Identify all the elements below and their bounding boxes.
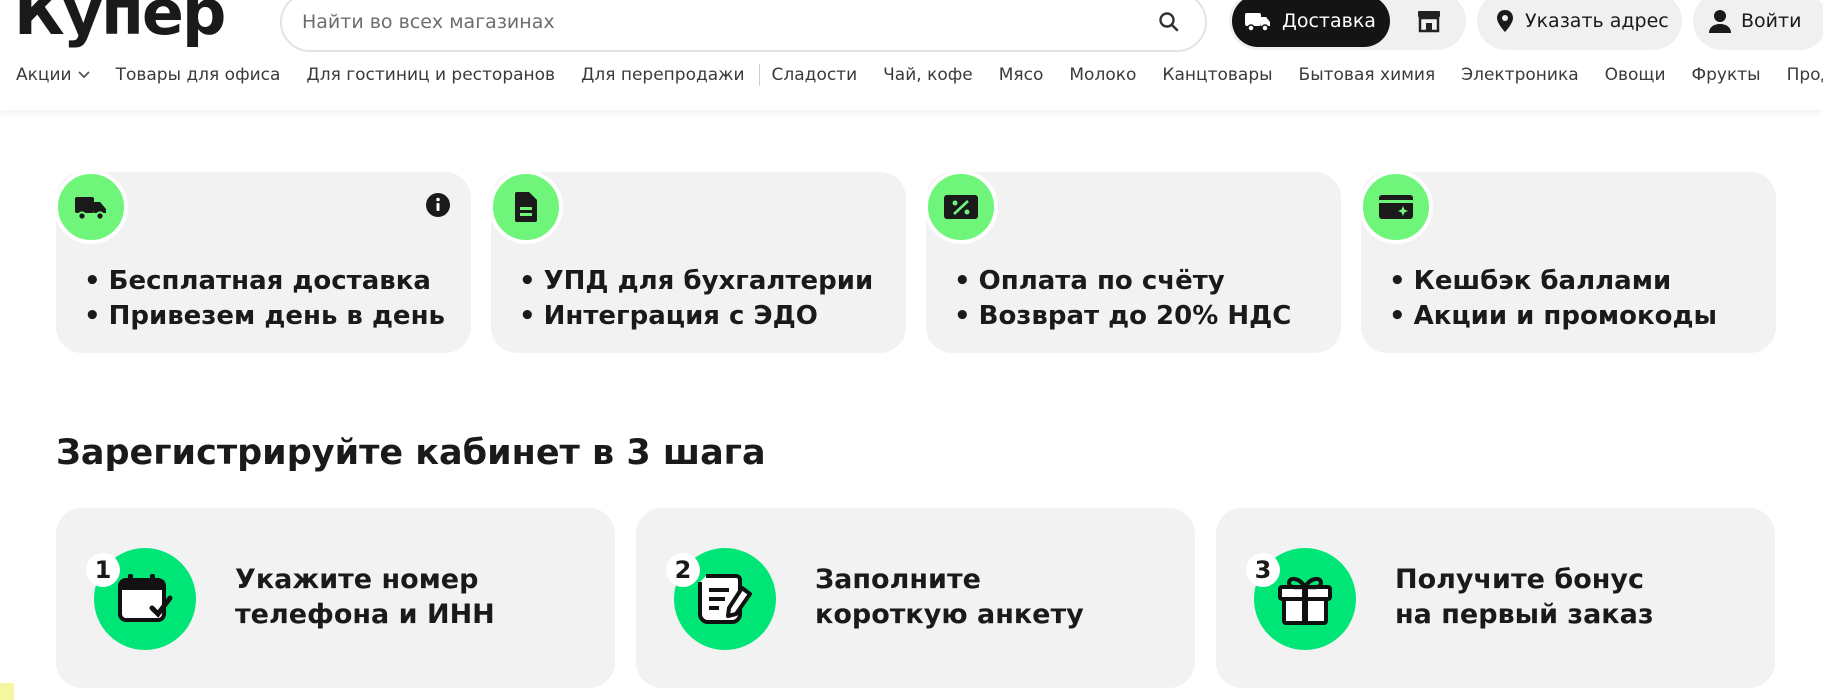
nav-item-stationery[interactable]: Канцтовары (1162, 65, 1272, 85)
step-card-1[interactable]: 1 Укажите номер телефона и ИНН (56, 508, 615, 688)
feature-card-documents: УПД для бухгалтерии Интеграция с ЭДО (489, 170, 906, 353)
delivery-label: Доставка (1282, 10, 1376, 32)
feature-line: Акции и промокоды (1389, 299, 1717, 334)
header: Купер Доставка (0, 0, 1823, 110)
features-row: Бесплатная доставка Привезем день в день… (54, 170, 1776, 353)
truck-icon (1245, 13, 1270, 32)
nav-item-office[interactable]: Товары для офиса (116, 65, 281, 85)
address-button[interactable]: Указать адрес (1477, 0, 1682, 50)
feature-list: Кешбэк баллами Акции и промокоды (1389, 264, 1717, 334)
nav-item-sweets[interactable]: Сладости (772, 65, 858, 85)
corner-marker (0, 683, 14, 700)
nav-item-resale[interactable]: Для перепродажи (581, 65, 744, 85)
percent-ticket-icon (944, 195, 978, 219)
feature-badge (1359, 170, 1433, 244)
nav-item-vegetables[interactable]: Овощи (1605, 65, 1666, 85)
nav-item-horeca[interactable]: Для гостиниц и ресторанов (306, 65, 555, 85)
login-label: Войти (1741, 10, 1802, 32)
feature-card-delivery: Бесплатная доставка Привезем день в день (54, 170, 471, 353)
feature-badge (54, 170, 128, 244)
nav-item-tea-coffee[interactable]: Чай, кофе (883, 65, 973, 85)
nav-item-products[interactable]: Продукты (1787, 65, 1823, 85)
nav-item-electronics[interactable]: Электроника (1461, 65, 1578, 85)
step-text: Получите бонус на первый заказ (1395, 564, 1654, 630)
feature-badge (924, 170, 998, 244)
feature-list: Оплата по счёту Возврат до 20% НДС (954, 264, 1292, 334)
feature-list: Бесплатная доставка Привезем день в день (84, 264, 445, 334)
feature-line: Возврат до 20% НДС (954, 299, 1292, 334)
feature-badge (489, 170, 563, 244)
document-icon (515, 192, 537, 222)
delivery-mode-switch: Доставка (1229, 0, 1466, 50)
section-title: Зарегистрируйте кабинет в 3 шага (56, 433, 766, 473)
card-sparkle-icon (1379, 195, 1413, 219)
gift-icon (1278, 576, 1332, 625)
step-number: 1 (86, 553, 120, 587)
nav-item-meat[interactable]: Мясо (999, 65, 1044, 85)
step-text: Заполните короткую анкету (815, 564, 1084, 630)
feature-line: Оплата по счёту (954, 264, 1291, 299)
address-label: Указать адрес (1525, 10, 1669, 32)
step-card-3[interactable]: 3 Получите бонус на первый заказ (1216, 508, 1775, 688)
feature-line: УПД для бухгалтерии (519, 264, 874, 299)
step-number: 2 (666, 553, 700, 587)
location-pin-icon (1497, 10, 1513, 32)
form-pen-icon (698, 574, 752, 624)
feature-line: Интеграция с ЭДО (519, 299, 873, 334)
feature-card-invoice: Оплата по счёту Возврат до 20% НДС (924, 170, 1341, 353)
step-card-2[interactable]: 2 Заполните короткую анкету (636, 508, 1195, 688)
search-bar[interactable] (280, 0, 1207, 52)
nav-item-milk[interactable]: Молоко (1069, 65, 1136, 85)
feature-list: УПД для бухгалтерии Интеграция с ЭДО (519, 264, 874, 334)
nav-item-promotions[interactable]: Акции (16, 65, 90, 85)
nav-divider (758, 64, 760, 86)
truck-icon (75, 197, 106, 221)
chevron-down-icon (77, 71, 90, 79)
search-input[interactable] (302, 11, 1157, 33)
search-icon[interactable] (1157, 10, 1181, 34)
login-button[interactable]: Войти (1693, 0, 1823, 50)
delivery-button[interactable]: Доставка (1232, 0, 1390, 47)
registration-steps: 1 Укажите номер телефона и ИНН 2 Заполни… (56, 508, 1776, 688)
category-nav: Акции Товары для офиса Для гостиниц и ре… (16, 62, 1823, 88)
user-icon (1709, 10, 1731, 33)
feature-line: Привезем день в день (84, 299, 445, 334)
feature-line: Бесплатная доставка (84, 264, 445, 299)
pickup-button[interactable] (1399, 0, 1459, 47)
info-icon[interactable] (425, 192, 451, 218)
logo[interactable]: Купер (14, 0, 226, 44)
calendar-check-icon (118, 574, 173, 622)
step-text: Укажите номер телефона и ИНН (235, 564, 495, 630)
store-icon (1418, 11, 1440, 33)
nav-item-household[interactable]: Бытовая химия (1299, 65, 1436, 85)
feature-line: Кешбэк баллами (1389, 264, 1717, 299)
step-number: 3 (1246, 553, 1280, 587)
nav-item-fruits[interactable]: Фрукты (1692, 65, 1761, 85)
feature-card-cashback: Кешбэк баллами Акции и промокоды (1359, 170, 1776, 353)
